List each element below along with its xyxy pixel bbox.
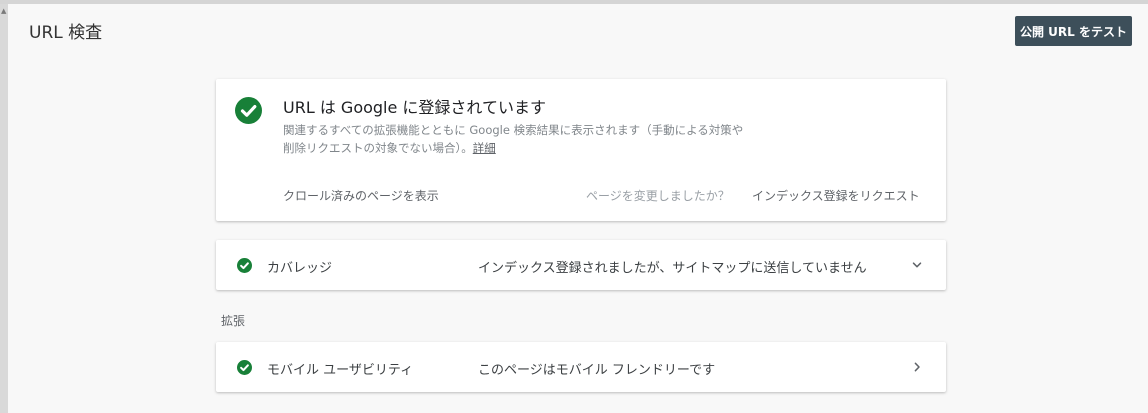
details-link[interactable]: 詳細 (473, 141, 496, 155)
index-status-title: URL は Google に登録されています (283, 98, 546, 117)
chevron-down-icon[interactable] (910, 258, 924, 272)
coverage-label: カバレッジ (267, 261, 333, 276)
page-changed-question: ページを変更しましたか？ (586, 189, 730, 203)
page-title: URL 検査 (29, 23, 103, 43)
scroll-up-arrow-icon[interactable]: ▲ (1, 7, 6, 15)
check-circle-icon (237, 258, 252, 273)
description-text: 関連するすべての拡張機能とともに Google 検索結果に表示されます（手動によ… (283, 123, 744, 155)
request-indexing-link[interactable]: インデックス登録をリクエスト (752, 187, 920, 204)
check-circle-icon (235, 97, 262, 124)
mobile-usability-row[interactable]: モバイル ユーザビリティ このページはモバイル フレンドリーです (216, 342, 946, 392)
coverage-row[interactable]: カバレッジ インデックス登録されましたが、サイトマップに送信していません (216, 240, 946, 290)
enhancements-section-label: 拡張 (221, 314, 246, 328)
mobile-usability-value: このページはモバイル フレンドリーです (478, 363, 716, 378)
index-status-description: 関連するすべての拡張機能とともに Google 検索結果に表示されます（手動によ… (283, 121, 748, 157)
index-status-card: URL は Google に登録されています 関連するすべての拡張機能とともに … (216, 79, 946, 221)
mobile-usability-label: モバイル ユーザビリティ (267, 363, 414, 378)
check-circle-icon (237, 360, 252, 375)
chevron-right-icon[interactable] (910, 360, 924, 374)
view-crawled-page-link[interactable]: クロール済みのページを表示 (283, 187, 439, 204)
coverage-value: インデックス登録されましたが、サイトマップに送信していません (478, 261, 867, 276)
url-inspection-page: URL 検査 公開 URL をテスト URL は Google に登録されていま… (8, 4, 1148, 413)
test-live-url-button[interactable]: 公開 URL をテスト (1015, 16, 1132, 46)
left-scrollbar[interactable]: ▲ (0, 4, 8, 413)
